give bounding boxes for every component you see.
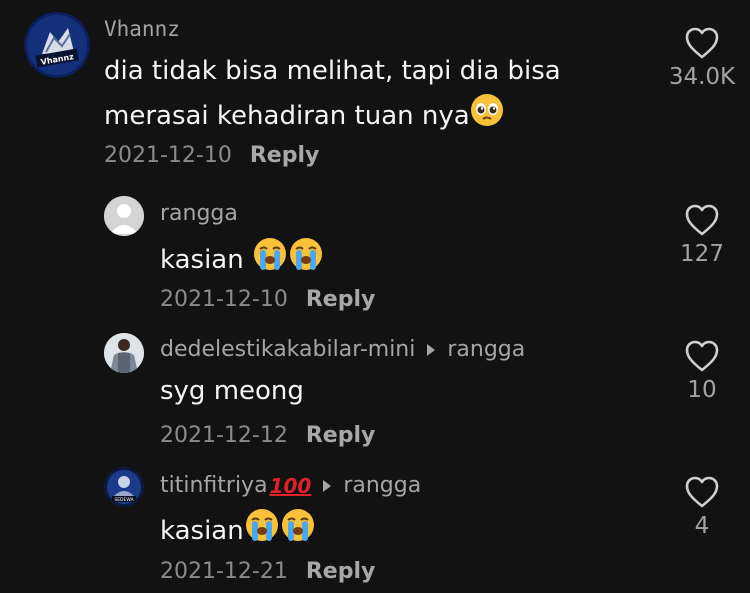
avatar[interactable] bbox=[104, 333, 144, 373]
comment-meta: 2021-12-10 Reply bbox=[160, 287, 375, 312]
like-button[interactable]: 10 bbox=[667, 339, 737, 403]
reply-button[interactable]: Reply bbox=[306, 423, 376, 448]
comment-meta: 2021-12-12 Reply bbox=[160, 423, 375, 448]
comment-date: 2021-12-10 bbox=[104, 143, 232, 168]
comment-username[interactable]: Vhannz bbox=[104, 17, 180, 41]
comment-text: dia tidak bisa melihat, tapi dia bisa bbox=[104, 56, 561, 86]
like-button[interactable]: 4 bbox=[667, 475, 737, 539]
comment-date: 2021-12-12 bbox=[160, 423, 288, 448]
comment-text: syg meong bbox=[160, 376, 304, 406]
heart-outline-icon bbox=[685, 204, 719, 236]
username-link[interactable]: titinfitriya bbox=[160, 473, 268, 498]
svg-text:SEDEWA: SEDEWA bbox=[114, 497, 134, 503]
comment-text-content: kasian bbox=[160, 516, 244, 546]
reply-arrow-icon bbox=[323, 479, 332, 492]
avatar[interactable]: Vhannz bbox=[24, 12, 90, 78]
comment-text-line2: merasai kehadiran tuan nya bbox=[104, 93, 504, 140]
loudly-crying-face-emoji bbox=[244, 507, 280, 556]
heart-outline-icon bbox=[685, 476, 719, 508]
like-count: 34.0K bbox=[668, 64, 736, 90]
reply-button[interactable]: Reply bbox=[306, 287, 376, 312]
like-count: 127 bbox=[680, 241, 724, 267]
like-button[interactable]: 127 bbox=[667, 203, 737, 267]
hundred-points-emoji: 100 bbox=[269, 473, 312, 498]
loudly-crying-face-emoji bbox=[288, 236, 324, 285]
comment-text-line2-content: merasai kehadiran tuan nya bbox=[104, 101, 470, 131]
reply-to-username[interactable]: rangga bbox=[447, 337, 525, 362]
comment-text-content: kasian bbox=[160, 245, 244, 275]
heart-outline-icon bbox=[685, 340, 719, 372]
reply-button[interactable]: Reply bbox=[306, 559, 376, 584]
reply-arrow-icon bbox=[427, 343, 436, 356]
comment-username: dedelestikakabilar-mini rangga bbox=[160, 337, 525, 362]
username-link[interactable]: dedelestikakabilar-mini bbox=[160, 337, 415, 362]
comment-text: kasian bbox=[160, 507, 316, 556]
comment-meta: 2021-12-10 Reply bbox=[104, 143, 319, 168]
avatar[interactable]: SEDEWA bbox=[104, 467, 144, 507]
heart-outline-icon bbox=[685, 27, 719, 59]
comment-date: 2021-12-10 bbox=[160, 287, 288, 312]
like-count: 10 bbox=[687, 377, 717, 403]
like-count: 4 bbox=[694, 513, 710, 539]
comment-username[interactable]: rangga bbox=[160, 201, 238, 226]
loudly-crying-face-emoji bbox=[280, 507, 316, 556]
comment-text: kasian bbox=[160, 236, 324, 285]
loudly-crying-face-emoji bbox=[252, 236, 288, 285]
comment-username: titinfitriya 100 rangga bbox=[160, 473, 421, 498]
avatar[interactable] bbox=[104, 196, 144, 236]
reply-button[interactable]: Reply bbox=[250, 143, 320, 168]
like-button[interactable]: 34.0K bbox=[667, 26, 737, 90]
reply-to-username[interactable]: rangga bbox=[343, 473, 421, 498]
comment-date: 2021-12-21 bbox=[160, 559, 288, 584]
pleading-face-emoji bbox=[470, 93, 504, 140]
comment-meta: 2021-12-21 Reply bbox=[160, 559, 375, 584]
